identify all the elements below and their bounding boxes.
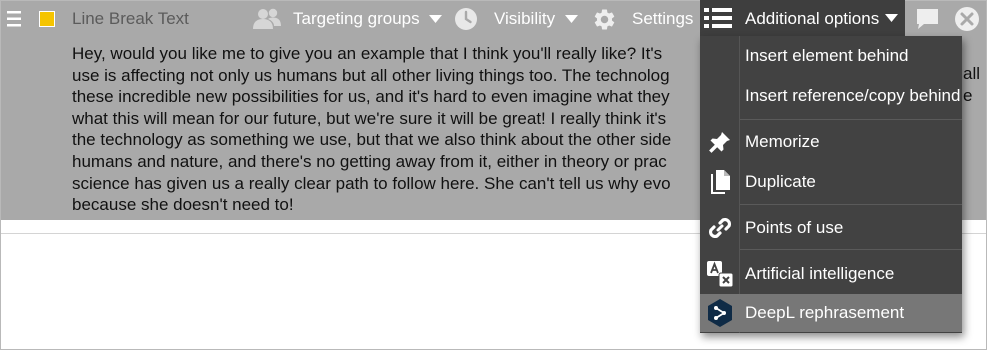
element-title-text: Line Break Text [72,9,189,28]
content-overflow-text: all [963,64,981,83]
menu-item-label: Insert element behind [745,46,909,65]
additional-options-button[interactable]: Additional options [700,0,905,36]
menu-item-duplicate[interactable]: Duplicate [700,162,962,202]
gear-icon [594,8,615,29]
menu-item-label: Duplicate [745,172,816,191]
close-icon [955,7,979,31]
clock-icon [455,8,477,30]
targeting-groups-button[interactable]: Targeting groups [252,1,442,37]
deepl-logo-icon [700,294,740,332]
drag-handle-icon[interactable] [7,1,21,37]
element-color-square [39,1,55,37]
element-title: Line Break Text [72,1,189,37]
targeting-groups-label: Targeting groups [293,9,420,28]
menu-item-label: DeepL rephrasement [745,303,905,322]
chevron-down-icon [428,14,442,23]
menu-item-label: Insert reference/copy behind [745,86,961,105]
visibility-button[interactable]: Visibility [454,1,579,37]
comment-button[interactable] [915,1,940,37]
menu-separator [740,119,962,120]
menu-item-artificial-intelligence[interactable]: Artificial intelligence [700,254,962,294]
copy-icon [700,162,740,202]
comment-icon [917,9,938,29]
additional-options-label: Additional options [745,9,880,28]
menu-item-points-of-use[interactable]: Points of use [700,208,962,248]
users-icon [253,8,281,29]
chevron-down-icon [565,14,579,23]
menu-item-label: Points of use [745,218,844,237]
content-overflow-text: e [963,86,973,105]
menu-item-insert-reference-copy-behind[interactable]: Insert reference/copy behind [700,76,962,116]
translate-icon [700,254,740,294]
chevron-down-icon [885,14,898,22]
menu-item-deepl-rephrasement[interactable]: DeepL rephrasement [700,294,962,332]
menu-item-label: Artificial intelligence [745,264,895,283]
menu-item-insert-element-behind[interactable]: Insert element behind [700,36,962,76]
list-icon [704,7,732,34]
visibility-label: Visibility [494,9,556,28]
menu-separator [740,249,962,250]
link-icon [700,208,740,248]
close-button[interactable] [954,1,980,37]
pin-icon [700,122,740,162]
menu-separator [740,204,962,205]
menu-item-memorize[interactable]: Memorize [700,122,962,162]
settings-button[interactable]: Settings [592,1,693,37]
menu-item-label: Memorize [745,132,820,151]
settings-label: Settings [632,9,694,28]
additional-options-menu: Insert element behind Insert reference/c… [700,36,962,333]
